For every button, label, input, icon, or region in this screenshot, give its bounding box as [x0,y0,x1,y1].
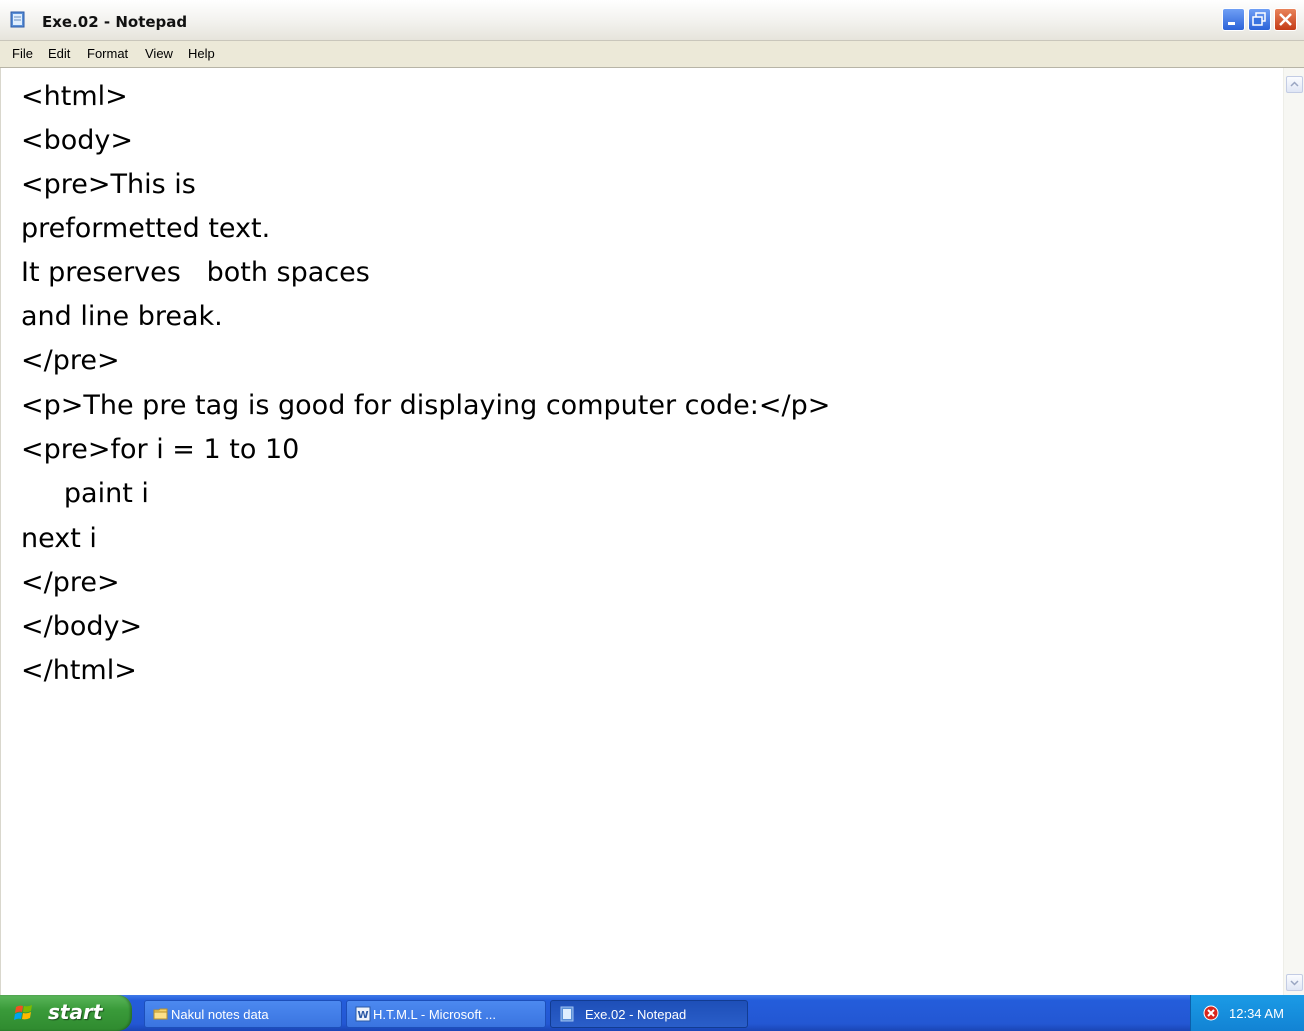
title-bar[interactable]: Exe.02 - Notepad [0,0,1304,41]
editor-line: It preserves both spaces [21,257,370,288]
notepad-icon [559,1006,575,1022]
folder-icon [153,1006,169,1022]
editor-line: </body> [21,611,143,642]
taskbar-item-label: Exe.02 - Notepad [585,1007,687,1022]
vertical-scrollbar[interactable] [1283,68,1304,995]
notepad-icon [10,10,26,28]
chevron-down-icon [1290,980,1299,986]
notepad-window: Exe.02 - Notepad File Edit Format View H… [0,0,1304,995]
editor-line: <p>The pre tag is good for displaying co… [21,390,831,421]
start-label: start [48,1000,103,1024]
clock[interactable]: 12:34 AM [1229,1006,1284,1021]
taskbar-item-word[interactable]: W H.T.M.L - Microsoft ... [346,1000,546,1028]
scroll-down-button[interactable] [1286,974,1303,991]
taskbar-item-label: H.T.M.L - Microsoft ... [373,1007,497,1022]
minimize-icon [1228,22,1235,25]
windows-logo-icon [14,1003,34,1023]
minimize-button[interactable] [1222,8,1245,31]
taskbar-item-label: Nakul notes data [171,1007,269,1022]
window-title: Exe.02 - Notepad [42,13,188,31]
taskbar-item-notepad[interactable]: Exe.02 - Notepad [550,1000,748,1028]
menu-format[interactable]: Format [87,46,128,61]
start-button[interactable]: start [0,995,132,1031]
chevron-up-icon [1290,81,1299,87]
menu-view[interactable]: View [145,46,173,61]
editor-line: and line break. [21,301,223,332]
close-icon [1279,13,1292,26]
restore-button[interactable] [1248,8,1271,31]
restore-icon [1252,12,1266,26]
taskbar: start Nakul notes data W H.T.M.L - Micro… [0,995,1304,1031]
editor-line: </pre> [21,345,120,376]
editor-line: paint i [21,478,149,509]
security-shield-icon[interactable] [1203,1005,1219,1021]
menu-file[interactable]: File [12,46,33,61]
editor-line: <pre>This is [21,169,196,200]
scroll-up-button[interactable] [1286,76,1303,93]
menu-bar: File Edit Format View Help [0,41,1304,68]
svg-text:W: W [357,1010,368,1021]
editor-line: next i [21,523,97,554]
system-tray: 12:34 AM [1190,995,1304,1031]
text-editor-area[interactable]: <html> <body> <pre>This is preformetted … [0,68,1284,995]
editor-line: </html> [21,655,137,686]
editor-line: <html> [21,81,128,112]
editor-line: <pre>for i = 1 to 10 [21,434,300,465]
editor-line: </pre> [21,567,120,598]
editor-line: preformetted text. [21,213,271,244]
menu-edit[interactable]: Edit [48,46,70,61]
close-button[interactable] [1274,8,1297,31]
editor-line: <body> [21,125,134,156]
menu-help[interactable]: Help [188,46,215,61]
word-icon: W [355,1006,371,1022]
taskbar-item-folder[interactable]: Nakul notes data [144,1000,342,1028]
